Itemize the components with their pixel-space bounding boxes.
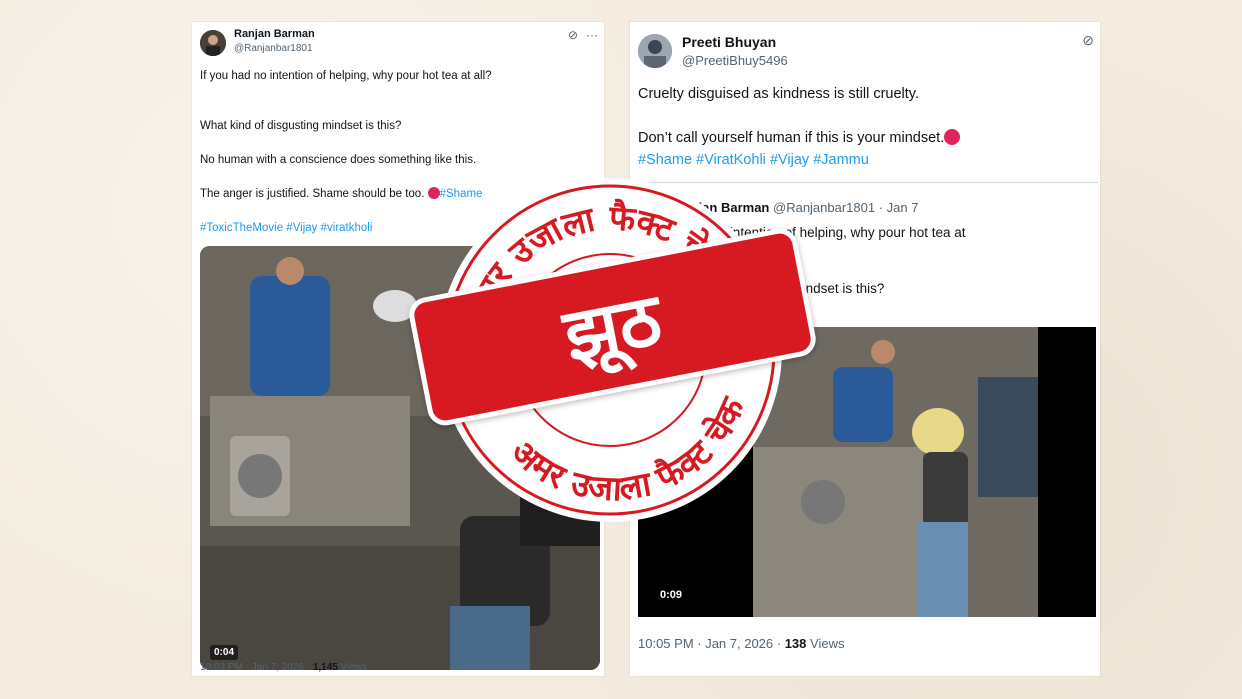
tweet-text-3: No human with a conscience does somethin…	[200, 154, 477, 166]
video-duration: 0:04	[210, 645, 239, 660]
tweet-text-2: Don’t call yourself human if this is you…	[638, 128, 1078, 148]
quoted-date: · Jan 7	[878, 200, 919, 215]
tweet-text-2: What kind of disgusting mindset is this?	[200, 120, 402, 132]
hashtag[interactable]: #viratkholi	[321, 222, 373, 234]
hashtag[interactable]: #Jammu	[813, 152, 869, 168]
quoted-author-handle: @Ranjanbar1801	[773, 200, 876, 215]
tweet-text-1: Cruelty disguised as kindness is still c…	[638, 86, 919, 102]
tweet-text-2-body: Don’t call yourself human if this is you…	[638, 130, 945, 146]
tweet-timestamp[interactable]: 10:05 PM · Jan 7, 2026 ·	[638, 636, 785, 651]
avatar[interactable]	[200, 30, 226, 56]
tweet-text-1: If you had no intention of helping, why …	[200, 70, 492, 82]
tweet-timestamp[interactable]: 10:03 PM · Jan 7, 2026 ·	[200, 662, 313, 673]
hashtag[interactable]: #Shame	[638, 152, 692, 168]
author-name[interactable]: Preeti Bhuyan	[682, 34, 776, 50]
more-icon[interactable]: ···	[586, 28, 598, 42]
angry-face-icon	[427, 187, 440, 199]
hashtag[interactable]: #ViratKohli	[696, 152, 766, 168]
hashtag-shame[interactable]: #Shame	[440, 188, 483, 200]
author-handle[interactable]: @Ranjanbar1801	[234, 43, 313, 54]
tweet-text-4-body: The anger is justified. Shame should be …	[200, 188, 425, 200]
hashtag-line: #Shame #ViratKohli #Vijay #Jammu	[638, 150, 1078, 170]
views-label: Views	[337, 662, 368, 673]
verdict-label: झूठ	[557, 276, 668, 378]
angry-face-icon	[944, 129, 961, 145]
hashtag[interactable]: #Vijay	[770, 152, 809, 168]
tweet-meta: 10:05 PM · Jan 7, 2026 · 138 Views	[638, 636, 844, 651]
quoted-text-line: If you had no intention of helping, why …	[648, 225, 966, 240]
grok-icon[interactable]: ⊘	[568, 28, 578, 42]
author-handle[interactable]: @PreetiBhuy5496	[682, 53, 788, 68]
grok-icon[interactable]: ⊘	[1082, 32, 1094, 49]
views-count: 1,145	[312, 662, 338, 673]
video-duration: 0:09	[660, 589, 683, 601]
author-name[interactable]: Ranjan Barman	[234, 28, 315, 40]
tweet-meta: 10:03 PM · Jan 7, 2026 · 1,145 Views	[200, 662, 367, 673]
tweet-text-4: The anger is justified. Shame should be …	[200, 186, 595, 202]
avatar[interactable]	[638, 34, 672, 68]
views-count: 138	[784, 636, 807, 651]
hashtag[interactable]: #ToxicTheMovie	[200, 222, 283, 234]
hashtag-line: #ToxicTheMovie #Vijay #viratkholi	[200, 220, 595, 236]
views-label: Views	[806, 636, 845, 651]
hashtag[interactable]: #Vijay	[286, 222, 317, 234]
quoted-header: Ranjan Barman @Ranjanbar1801 · Jan 7	[674, 200, 918, 215]
quoted-author-name: Ranjan Barman	[674, 200, 770, 215]
quoted-avatar	[648, 197, 668, 217]
